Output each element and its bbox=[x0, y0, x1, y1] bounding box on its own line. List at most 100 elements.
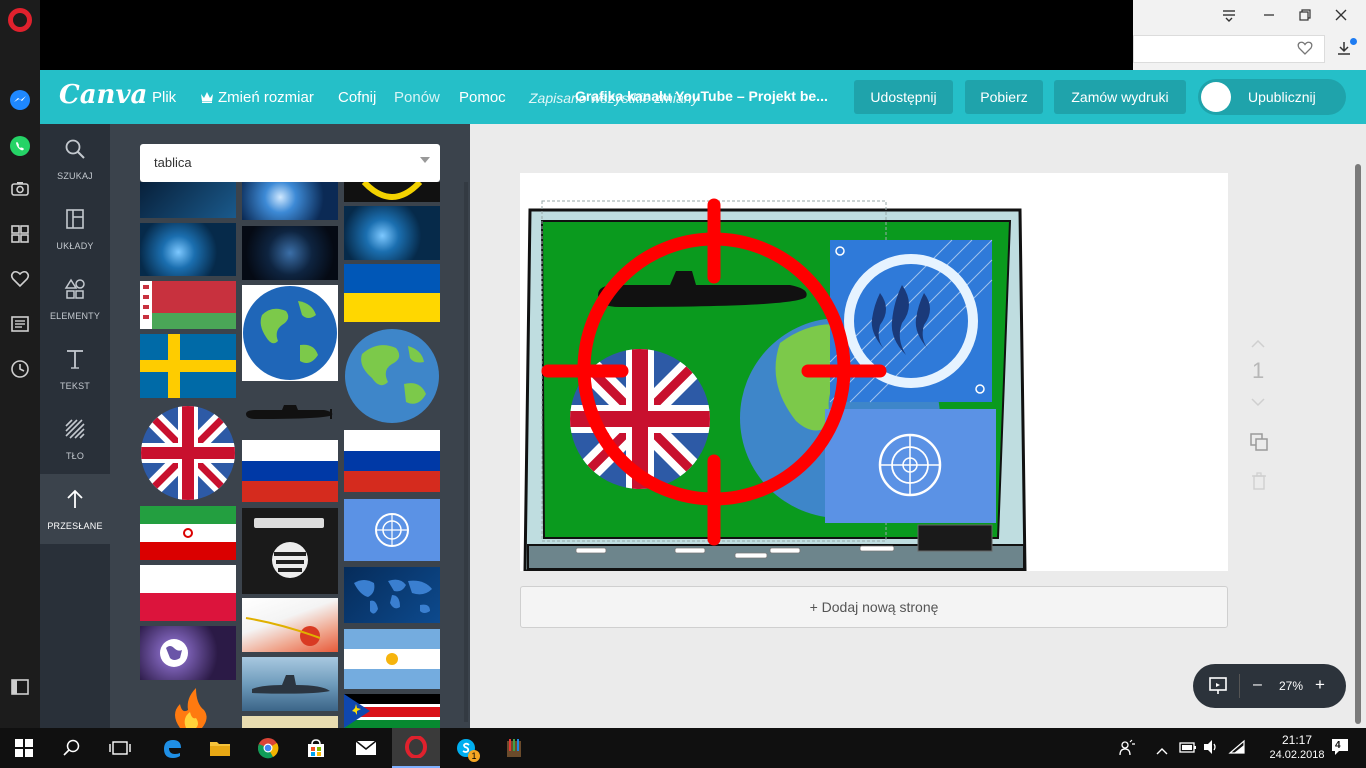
thumbnail-earth-glow[interactable] bbox=[140, 223, 236, 276]
taskbar-search-icon[interactable] bbox=[48, 728, 96, 768]
chrome-icon[interactable] bbox=[244, 728, 292, 768]
workspace-scrollbar[interactable] bbox=[1355, 164, 1361, 724]
battery-icon[interactable] bbox=[1179, 740, 1197, 759]
canva-logo[interactable]: Canva bbox=[59, 80, 147, 110]
thumbnail-fire[interactable] bbox=[140, 684, 236, 728]
menu-resize[interactable]: Zmień rozmiar bbox=[200, 89, 314, 107]
thumbnail-submarine[interactable] bbox=[242, 400, 338, 424]
thumbnail-russia-flag-1[interactable] bbox=[242, 440, 338, 502]
news-icon[interactable] bbox=[6, 310, 34, 338]
thumbnail-submarine-photo[interactable] bbox=[242, 657, 338, 711]
publish-toggle[interactable]: Upublicznij bbox=[1198, 79, 1346, 115]
task-view-icon[interactable] bbox=[96, 728, 144, 768]
minimize-icon[interactable] bbox=[1257, 4, 1281, 26]
nav-elements[interactable]: ELEMENTY bbox=[40, 264, 110, 334]
nav-elements-label: ELEMENTY bbox=[49, 311, 101, 321]
whatsapp-icon[interactable] bbox=[6, 132, 34, 160]
order-prints-button[interactable]: Zamów wydruki bbox=[1054, 80, 1186, 114]
thumbnail-black-flag[interactable] bbox=[242, 508, 338, 594]
nav-uploads[interactable]: PRZESŁANE bbox=[40, 474, 110, 544]
history-clock-icon[interactable] bbox=[6, 355, 34, 383]
design-canvas bbox=[523, 198, 1027, 573]
thumbnail-purple-globe[interactable] bbox=[140, 626, 236, 680]
paint-app-icon[interactable] bbox=[490, 728, 538, 768]
skype-badge: 1 bbox=[468, 750, 480, 762]
bookmark-heart-icon[interactable] bbox=[1297, 41, 1313, 60]
thumbnail-sweden-flag[interactable] bbox=[140, 334, 236, 398]
present-icon[interactable] bbox=[1208, 676, 1228, 701]
uploads-search-dropdown[interactable]: tablica bbox=[140, 144, 440, 182]
windows-taskbar: 1 21:17 24.02.2018 4 bbox=[0, 728, 1366, 768]
menu-undo[interactable]: Cofnij bbox=[338, 89, 376, 106]
close-icon[interactable] bbox=[1329, 4, 1353, 26]
speed-dial-icon[interactable] bbox=[6, 220, 34, 248]
thumbnail-uk-circle[interactable] bbox=[140, 405, 236, 501]
start-windows-icon[interactable] bbox=[0, 728, 48, 768]
nav-layouts[interactable]: UKŁADY bbox=[40, 194, 110, 264]
edge-browser-icon[interactable] bbox=[148, 728, 196, 768]
thumbnail-earth-circle[interactable] bbox=[242, 285, 338, 381]
clock-time[interactable]: 21:17 bbox=[1266, 733, 1328, 747]
menu-redo[interactable]: Ponów bbox=[394, 89, 440, 106]
thumbnail-iran-flag[interactable] bbox=[140, 506, 236, 560]
clock-date[interactable]: 24.02.2018 bbox=[1266, 749, 1328, 761]
delete-page-icon[interactable] bbox=[1251, 472, 1267, 495]
thumbnail-map[interactable] bbox=[242, 716, 338, 728]
thumbnail-belarus-flag[interactable] bbox=[140, 281, 236, 329]
page-up-arrow-icon[interactable] bbox=[1250, 336, 1266, 354]
share-button[interactable]: Udostępnij bbox=[854, 80, 953, 114]
nav-background[interactable]: TŁO bbox=[40, 404, 110, 474]
opera-taskbar-icon[interactable] bbox=[392, 728, 440, 768]
wifi-icon[interactable] bbox=[1228, 739, 1246, 760]
bookmarks-heart-icon[interactable] bbox=[6, 265, 34, 293]
nav-search[interactable]: SZUKAJ bbox=[40, 124, 110, 194]
nav-text[interactable]: TEKST bbox=[40, 334, 110, 404]
thumbnail-earth-circle-2[interactable] bbox=[344, 328, 440, 424]
tray-chevron-up-icon[interactable] bbox=[1156, 742, 1168, 760]
thumbnail-globe-blue[interactable] bbox=[242, 182, 338, 220]
thumbnail-earth-glow-2[interactable] bbox=[344, 206, 440, 260]
sidebar-toggle-icon[interactable] bbox=[6, 673, 34, 701]
menu-resize-label: Zmień rozmiar bbox=[218, 89, 314, 106]
download-button[interactable]: Pobierz bbox=[965, 80, 1043, 114]
document-title[interactable]: Grafika kanału YouTube – Projekt be... bbox=[575, 88, 828, 104]
zoom-out-button[interactable]: – bbox=[1253, 676, 1262, 694]
zoom-level[interactable]: 27% bbox=[1279, 679, 1303, 693]
left-nav: SZUKAJ UKŁADY ELEMENTY TEKST TŁO PRZESŁA… bbox=[40, 124, 110, 728]
thumbnail-red-swoosh[interactable] bbox=[242, 598, 338, 652]
volume-icon[interactable] bbox=[1202, 739, 1220, 760]
page-down-arrow-icon[interactable] bbox=[1250, 394, 1266, 412]
messenger-icon[interactable] bbox=[6, 86, 34, 114]
thumbnail-blue-tech[interactable] bbox=[140, 182, 236, 218]
panel-scrollbar[interactable] bbox=[464, 182, 468, 722]
menu-help[interactable]: Pomoc bbox=[459, 89, 506, 106]
thumbnail-south-sudan-flag[interactable] bbox=[344, 694, 440, 728]
publish-label: Upublicznij bbox=[1248, 89, 1316, 105]
thumbnail-blue-swirl[interactable] bbox=[242, 226, 338, 280]
thumbnail-poland-flag[interactable] bbox=[140, 565, 236, 621]
restore-icon[interactable] bbox=[1293, 4, 1317, 26]
easy-setup-icon[interactable] bbox=[1217, 4, 1241, 26]
upload-icon bbox=[40, 488, 110, 512]
mail-icon[interactable] bbox=[342, 728, 390, 768]
design-page[interactable] bbox=[520, 173, 1228, 573]
thumbnail-ukraine-flag[interactable] bbox=[344, 264, 440, 322]
file-explorer-icon[interactable] bbox=[196, 728, 244, 768]
thumbnail-russia-flag-2[interactable] bbox=[344, 430, 440, 492]
thumbnail-yellow-symbol[interactable] bbox=[344, 182, 440, 202]
duplicate-page-icon[interactable] bbox=[1249, 432, 1269, 457]
action-center-icon[interactable]: 4 bbox=[1330, 737, 1350, 762]
store-icon[interactable] bbox=[292, 728, 340, 768]
zoom-in-button[interactable]: + bbox=[1315, 675, 1325, 695]
thumbnail-un-flag[interactable] bbox=[344, 499, 440, 561]
opera-logo-icon[interactable] bbox=[8, 8, 32, 32]
people-icon[interactable] bbox=[1118, 739, 1136, 762]
thumbnail-argentina-flag[interactable] bbox=[344, 629, 440, 689]
opera-sidebar bbox=[0, 0, 40, 728]
camera-icon[interactable] bbox=[6, 175, 34, 203]
menu-file[interactable]: Plik bbox=[152, 89, 176, 106]
add-page-button[interactable]: + Dodaj nową stronę bbox=[520, 586, 1228, 628]
crown-icon bbox=[200, 90, 214, 107]
skype-icon[interactable]: 1 bbox=[442, 728, 490, 768]
thumbnail-world-map[interactable] bbox=[344, 567, 440, 623]
